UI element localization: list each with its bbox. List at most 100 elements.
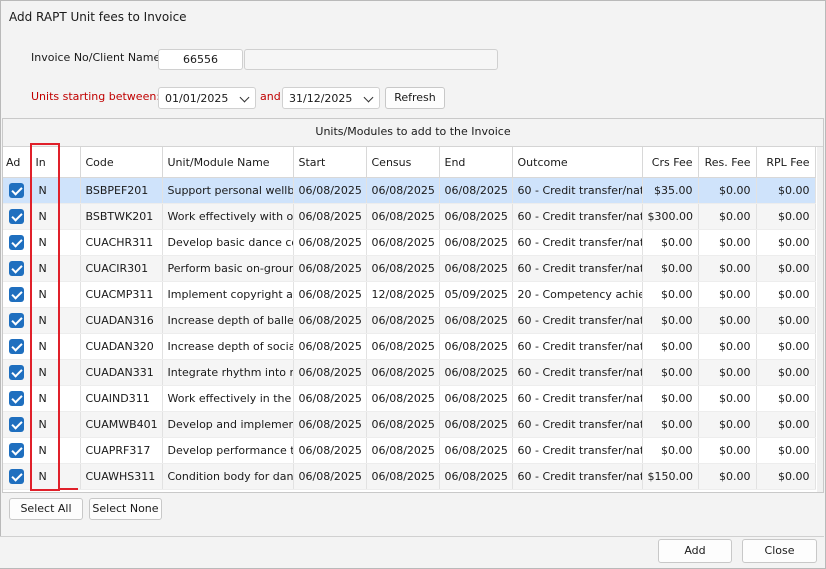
cell-res: $0.00 [698, 359, 757, 386]
cell-start: 06/08/2025 [293, 203, 367, 230]
column-header-start[interactable]: Start [293, 147, 367, 178]
select-all-button[interactable]: Select All [9, 498, 83, 520]
column-header-in[interactable]: In [30, 147, 81, 178]
table-row[interactable]: NCUACMP311Implement copyright arrangemen… [3, 281, 816, 308]
add-checkbox-cell[interactable] [3, 437, 31, 464]
add-checkbox-cell[interactable] [3, 177, 31, 204]
cell-outcome: 60 - Credit transfer/national [512, 359, 643, 386]
table-row[interactable]: NCUAIND311Work effectively in the creati… [3, 385, 816, 412]
cell-outcome: 60 - Credit transfer/national [512, 307, 643, 334]
checkbox-checked-icon[interactable] [8, 287, 24, 302]
column-header-ad[interactable]: Ad [3, 147, 31, 178]
cell-start: 06/08/2025 [293, 307, 367, 334]
cell-start: 06/08/2025 [293, 255, 367, 282]
cell-census: 06/08/2025 [366, 229, 440, 256]
from-date-picker[interactable]: 01/01/2025 [158, 87, 256, 109]
cell-code: CUACMP311 [80, 281, 163, 308]
cell-in: N [30, 359, 81, 386]
cell-rpl: $0.00 [756, 437, 816, 464]
add-checkbox-cell[interactable] [3, 463, 31, 490]
to-date-picker[interactable]: 31/12/2025 [282, 87, 380, 109]
table-row[interactable]: NCUADAN331Integrate rhythm into movement… [3, 359, 816, 386]
add-checkbox-cell[interactable] [3, 385, 31, 412]
add-checkbox-cell[interactable] [3, 281, 31, 308]
refresh-button[interactable]: Refresh [385, 87, 445, 109]
cell-start: 06/08/2025 [293, 177, 367, 204]
add-checkbox-cell[interactable] [3, 333, 31, 360]
vertical-scrollbar[interactable] [817, 147, 823, 492]
cell-code: CUADAN331 [80, 359, 163, 386]
add-checkbox-cell[interactable] [3, 307, 31, 334]
cell-crs: $0.00 [642, 281, 699, 308]
column-header-census[interactable]: Census [366, 147, 440, 178]
table-row[interactable]: NCUAMWB401Develop and implement own06/08… [3, 411, 816, 438]
close-button[interactable]: Close [742, 539, 817, 563]
table-row[interactable]: N CUAWHS311 Condition body for dance 06/08/… [3, 463, 816, 490]
invoice-number-field[interactable]: 66556 [158, 49, 243, 70]
client-name-field[interactable] [244, 49, 498, 70]
table-row[interactable]: NCUACHR311Develop basic dance compositio… [3, 229, 816, 256]
cell-code: CUAMWB401 [80, 411, 163, 438]
add-checkbox-cell[interactable] [3, 359, 31, 386]
checkbox-checked-icon[interactable] [8, 339, 24, 354]
cell-outcome: 60 - Credit transfer/national [512, 203, 643, 230]
cell-start: 06/08/2025 [293, 229, 367, 256]
checkbox-checked-icon[interactable] [8, 469, 24, 484]
cell-rpl: $0.00 [756, 411, 816, 438]
add-checkbox-cell[interactable] [3, 255, 31, 282]
cell-start: 06/08/2025 [293, 359, 367, 386]
add-checkbox-cell[interactable] [3, 411, 31, 438]
add-checkbox-cell[interactable] [3, 203, 31, 230]
cell-census: 06/08/2025 [366, 333, 440, 360]
cell-res: $0.00 [698, 203, 757, 230]
cell-rpl: $0.00 [756, 463, 816, 490]
column-header-res-fee[interactable]: Res. Fee [698, 147, 757, 178]
column-header-crs-fee[interactable]: Crs Fee [642, 147, 699, 178]
units-table: Ad In Code Unit/Module Name Start Census End Ou… [3, 147, 816, 490]
cell-outcome: 60 - Credit transfer/national [512, 463, 643, 490]
checkbox-checked-icon[interactable] [8, 235, 24, 250]
cell-name: Increase depth of social [162, 333, 294, 360]
cell-name: Increase depth of ballet [162, 307, 294, 334]
column-header-name[interactable]: Unit/Module Name [162, 147, 294, 178]
checkbox-checked-icon[interactable] [8, 391, 24, 406]
checkbox-checked-icon[interactable] [8, 209, 24, 224]
checkbox-checked-icon[interactable] [8, 365, 24, 380]
select-none-button[interactable]: Select None [89, 498, 162, 520]
cell-census: 06/08/2025 [366, 307, 440, 334]
cell-res: $0.00 [698, 281, 757, 308]
column-header-outcome[interactable]: Outcome [512, 147, 643, 178]
cell-outcome: 60 - Credit transfer/national [512, 437, 643, 464]
add-checkbox-cell[interactable] [3, 229, 31, 256]
cell-code: CUADAN320 [80, 333, 163, 360]
checkbox-checked-icon[interactable] [8, 417, 24, 432]
cell-name: Implement copyright arrangements [162, 281, 294, 308]
checkbox-checked-icon[interactable] [8, 443, 24, 458]
table-row[interactable]: N CUADAN320 Increase depth of social 06/08/… [3, 333, 816, 360]
cell-start: 06/08/2025 [293, 463, 367, 490]
cell-res: $0.00 [698, 463, 757, 490]
table-row[interactable]: N CUACIR301 Perform basic on-ground 06/08/2… [3, 255, 816, 282]
table-row[interactable]: NBSBTWK201Work effectively with others06… [3, 203, 816, 230]
cell-outcome: 60 - Credit transfer/national [512, 411, 643, 438]
cell-end: 06/08/2025 [439, 385, 513, 412]
add-button[interactable]: Add [658, 539, 732, 563]
cell-end: 05/09/2025 [439, 281, 513, 308]
column-header-rpl-fee[interactable]: RPL Fee [756, 147, 816, 178]
cell-end: 06/08/2025 [439, 255, 513, 282]
cell-in: N [30, 411, 81, 438]
table-row[interactable]: NCUAPRF317Develop performance technique0… [3, 437, 816, 464]
table-header-row: Ad In Code Unit/Module Name Start Census End Ou… [3, 147, 816, 178]
column-header-code[interactable]: Code [80, 147, 163, 178]
cell-end: 06/08/2025 [439, 463, 513, 490]
cell-census: 12/08/2025 [366, 281, 440, 308]
checkbox-checked-icon[interactable] [8, 183, 24, 198]
cell-rpl: $0.00 [756, 229, 816, 256]
table-row[interactable]: N CUADAN316 Increase depth of ballet 06/08/… [3, 307, 816, 334]
table-row[interactable]: NBSBPEF201Support personal wellbeing06/0… [3, 177, 816, 204]
chevron-down-icon [239, 92, 250, 103]
checkbox-checked-icon[interactable] [8, 261, 24, 276]
cell-code: CUAIND311 [80, 385, 163, 412]
checkbox-checked-icon[interactable] [8, 313, 24, 328]
column-header-end[interactable]: End [439, 147, 513, 178]
